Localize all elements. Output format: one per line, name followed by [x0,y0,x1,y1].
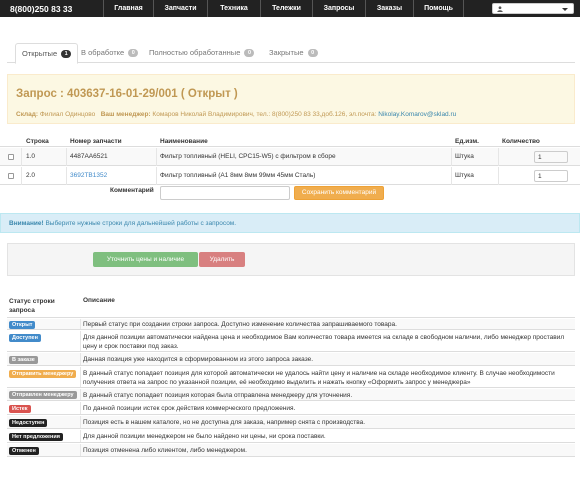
alert-strong-text: Внимание! [9,220,44,227]
column-header-line: Строка [26,138,49,145]
nav-item-trolleys[interactable]: Тележки [260,0,312,17]
row-line-number: 1.0 [26,153,36,160]
table-row: 1.0 4487AA6521 Фильтр топливный (HELI, C… [0,148,580,166]
status-description: Для данной позиции менеджером не было на… [83,433,326,440]
tab-closed[interactable]: Закрытые 0 [263,43,324,63]
tab-closed-label: Закрытые [269,48,304,57]
info-alert: Внимание! Выберите нужные строки для дал… [0,213,580,233]
table-row: В заказе Данная позиция уже находится в … [7,353,575,366]
status-description: По данной позиции истек срок действия ко… [83,405,296,412]
tab-fully-processed-count-badge: 0 [244,49,255,57]
status-description: В данный статус попадает позиция которая… [83,392,353,399]
tab-in-progress[interactable]: В обработке 0 [75,43,144,63]
nav-item-equipment[interactable]: Техника [207,0,260,17]
status-badge: Отменен [9,447,39,455]
table-row: Отправить менеджеру В данный статус попа… [7,367,575,388]
table-row: Нет предложения Для данной позиции менед… [7,430,575,443]
row-item-name: Фильтр топливный (A1 8мм 8мм 99мм 45мм С… [160,172,316,179]
row-part-number: 4487AA6521 [70,153,108,160]
table-row: Недоступен Позиция есть в нашем каталоге… [7,416,575,429]
status-badge: Открыт [9,321,36,329]
tab-fully-processed[interactable]: Полностью обработанные 0 [143,43,260,63]
status-badge: Отправлен менеджеру [9,391,77,399]
row-unit: Штука [455,153,474,160]
tab-in-progress-label: В обработке [81,48,125,57]
table-row: Отправлен менеджеру В данный статус попа… [7,389,575,401]
warehouse-value: Филиал Одинцово [39,111,96,118]
delete-button[interactable]: Удалить [199,252,245,267]
tab-in-progress-count-badge: 0 [128,49,139,57]
nav-item-requests[interactable]: Запросы [312,0,365,17]
column-header-unit: Ед.изм. [455,138,479,145]
column-header-part-number: Номер запчасти [70,138,122,145]
manager-value: Комаров Николай Владимирович, тел.: 8(80… [152,111,377,118]
table-row: 2.0 3692TB1352 Фильтр топливный (A1 8мм … [0,167,580,185]
request-status-tabs: Открытые 1 В обработке 0 Полностью обраб… [7,43,575,64]
status-badge: Истек [9,405,31,413]
nav-item-orders[interactable]: Заказы [365,0,413,17]
legend-header-description: Описание [83,297,115,304]
check-prices-button[interactable]: Уточнить цены и наличие [93,252,198,267]
status-badge: Недоступен [9,419,48,427]
tab-fully-processed-label: Полностью обработанные [149,48,241,57]
quantity-input[interactable]: 1 [534,170,568,182]
tab-open-count-badge: 1 [61,50,72,58]
request-info: Склад: Филиал Одинцово Ваш менеджер: Ком… [16,111,456,118]
comment-input[interactable] [160,186,290,200]
brand-phone[interactable]: 8(800)250 83 33 [0,4,103,14]
status-description: Позиция есть в нашем каталоге, но не дос… [83,419,366,426]
row-item-name: Фильтр топливный (HELI, CPC15-W5) с филь… [160,153,336,160]
status-description: Для данной позиции автоматически найдена… [83,334,565,350]
status-description: В данный статус попадает позиция для кот… [83,370,555,386]
legend-header-status: Статус строки запроса [9,298,55,314]
request-header-panel: Запрос : 403637-16-01-29/001 ( Открыт ) … [7,74,575,124]
column-header-quantity: Количество [502,138,540,145]
comment-label: Комментарий [110,187,154,194]
status-badge: В заказе [9,356,38,364]
chevron-down-icon [562,8,568,11]
table-row: Доступен Для данной позиции автоматическ… [7,331,575,352]
tab-open[interactable]: Открытые 1 [15,43,79,64]
main-nav: Главная Запчасти Техника Тележки Запросы… [103,0,464,17]
user-menu-button[interactable] [492,3,574,14]
legend-header: Статус строки запроса Описание [7,294,575,318]
row-part-number-link[interactable]: 3692TB1352 [70,172,107,179]
table-row: Открыт Первый статус при создании строки… [7,319,575,330]
top-navbar: 8(800)250 83 33 Главная Запчасти Техника… [0,0,580,17]
table-row: Отменен Позиция отменена либо клиентом, … [7,444,575,457]
status-badge: Нет предложения [9,433,63,441]
nav-item-parts[interactable]: Запчасти [153,0,207,17]
row-unit: Штука [455,172,474,179]
tab-closed-count-badge: 0 [307,49,318,57]
manager-email-link[interactable]: Nikolay.Komarov@sklad.ru [378,111,456,118]
status-description: Позиция отменена либо клиентом, либо мен… [83,447,247,454]
alert-message: Внимание! Выберите нужные строки для дал… [9,220,236,227]
status-description: Первый статус при создании строки запрос… [83,321,397,328]
nav-item-home[interactable]: Главная [103,0,153,17]
row-line-number: 2.0 [26,172,36,179]
tab-open-label: Открытые [22,49,58,58]
user-icon [497,6,503,12]
request-title: Запрос : 403637-16-01-29/001 ( Открыт ) [16,88,238,100]
warehouse-label: Склад: [16,111,39,118]
alert-body-text: Выберите нужные строки для дальнейшей ра… [43,220,237,227]
status-badge: Отправить менеджеру [9,370,77,378]
row-checkbox[interactable] [8,154,14,160]
save-comment-button[interactable]: Сохранить комментарий [294,186,384,200]
status-badge: Доступен [9,334,41,342]
nav-item-help[interactable]: Помощь [413,0,464,17]
table-row: Истек По данной позиции истек срок дейст… [7,402,575,415]
manager-label: Ваш менеджер: [100,111,151,118]
items-table-header: Строка Номер запчасти Наименование Ед.из… [0,134,580,147]
row-checkbox[interactable] [8,173,14,179]
quantity-input[interactable]: 1 [534,151,568,163]
actions-panel: Уточнить цены и наличие Удалить [7,243,575,276]
column-header-name: Наименование [160,138,208,145]
status-description: Данная позиция уже находится в сформиров… [83,356,314,363]
